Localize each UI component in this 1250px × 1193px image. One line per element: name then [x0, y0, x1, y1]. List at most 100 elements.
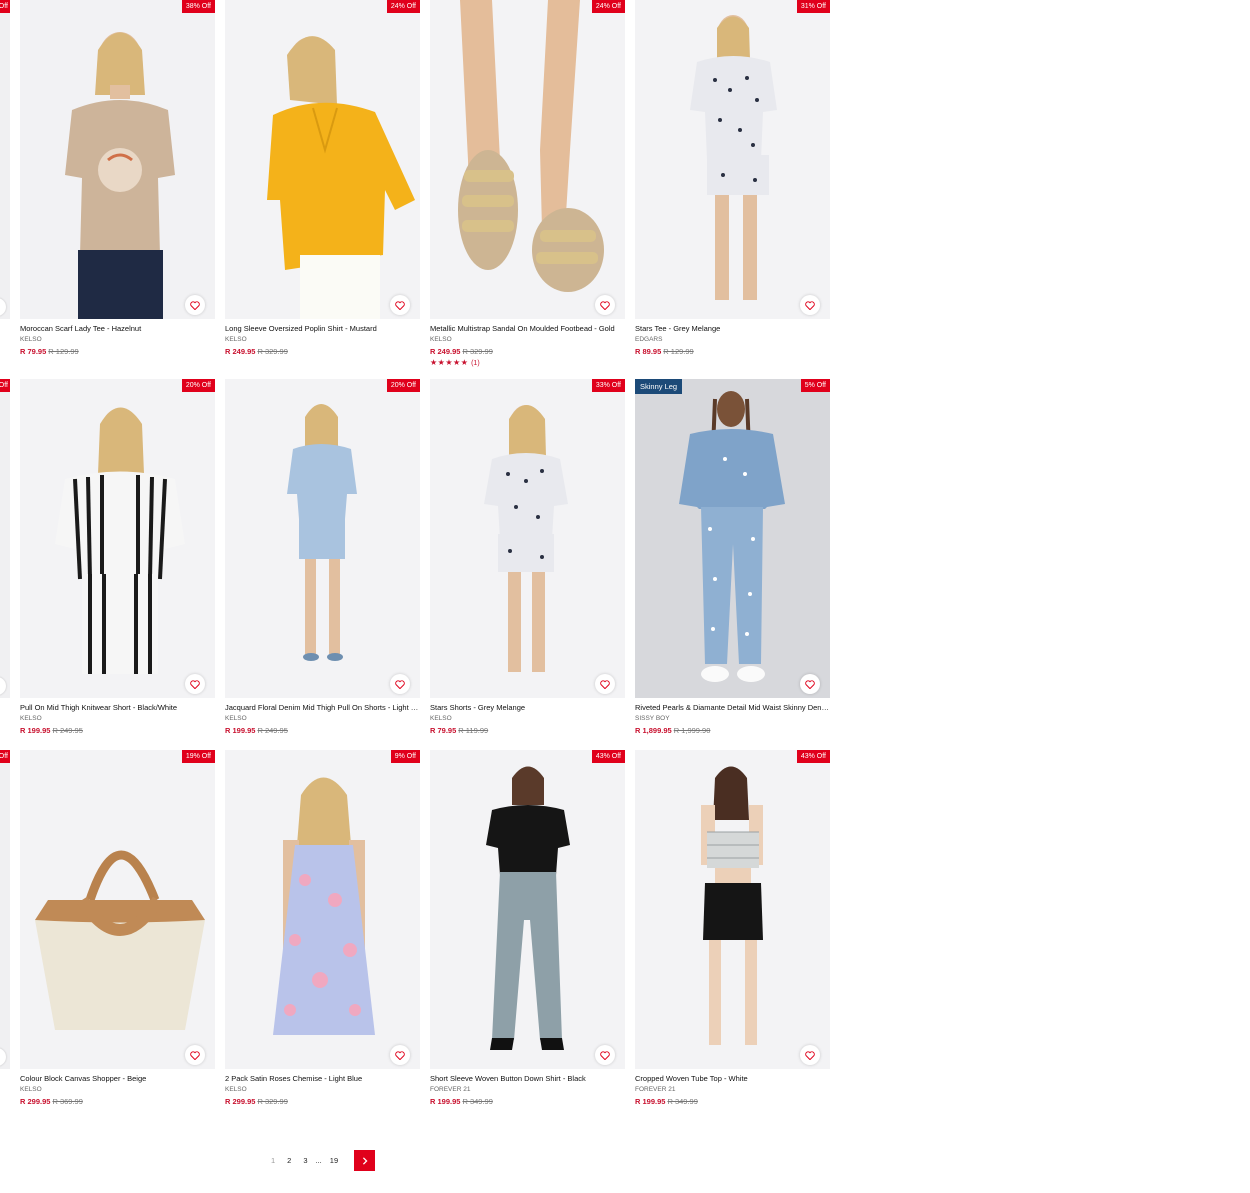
partial-product-image[interactable] — [0, 750, 10, 1069]
wishlist-heart-icon[interactable] — [185, 295, 205, 315]
star-icon: ★★★★★ — [430, 358, 469, 367]
original-price: R 249.95 — [52, 726, 83, 735]
model-in-mustard-shirt-image — [225, 0, 420, 319]
wishlist-heart-icon[interactable] — [595, 674, 615, 694]
pagination-ellipsis: ... — [315, 1156, 322, 1165]
review-count[interactable]: (1) — [471, 360, 480, 367]
product-card[interactable]: 43% Off Cropped Woven Tube Top - White F… — [635, 750, 830, 1106]
wishlist-heart-icon[interactable] — [595, 1045, 615, 1065]
discount-badge: 20% Off — [181, 379, 215, 392]
product-title[interactable]: Cropped Woven Tube Top - White — [635, 1074, 830, 1083]
product-title[interactable]: Pull On Mid Thigh Knitwear Short - Black… — [20, 703, 215, 712]
product-image[interactable]: 24% Off — [430, 0, 625, 319]
discount-badge: 33% Off — [591, 379, 625, 392]
original-price: R 129.99 — [48, 347, 79, 356]
sale-price: R 79.95 — [430, 726, 457, 735]
model-in-stars-shorts-image — [430, 379, 625, 698]
wishlist-heart-icon[interactable] — [390, 1045, 410, 1065]
product-title[interactable]: Long Sleeve Oversized Poplin Shirt - Mus… — [225, 324, 420, 333]
product-brand: FOREVER 21 — [635, 1086, 676, 1093]
product-card[interactable]: 20% Off Pull On Mid Thigh Knitwear Short… — [20, 379, 215, 735]
original-price: R 369.99 — [52, 1097, 83, 1106]
sale-price: R 199.95 — [225, 726, 256, 735]
product-title[interactable]: Riveted Pearls & Diamante Detail Mid Wai… — [635, 703, 830, 712]
product-card[interactable]: 24% Off Metallic Multistrap Sandal On Mo… — [430, 0, 625, 367]
product-image[interactable]: 43% Off — [635, 750, 830, 1069]
sale-price: R 79.95 — [20, 347, 47, 356]
product-card[interactable]: 43% Off Short Sleeve Woven Button Down S… — [430, 750, 625, 1106]
page-2-link[interactable]: 2 — [281, 1156, 297, 1165]
product-brand: KELSO — [20, 1086, 42, 1093]
product-image[interactable]: 24% Off — [225, 0, 420, 319]
product-card[interactable]: 31% Off Stars Tee - Grey Melange EDGARS … — [635, 0, 830, 356]
product-brand: KELSO — [20, 715, 42, 722]
product-brand: KELSO — [20, 336, 42, 343]
product-card[interactable]: 24% Off Long Sleeve Oversized Poplin Shi… — [225, 0, 420, 356]
chevron-right-icon — [362, 1156, 368, 1165]
original-price: R 329.99 — [257, 1097, 288, 1106]
wishlist-heart-icon[interactable] — [390, 674, 410, 694]
wishlist-heart-icon[interactable] — [390, 295, 410, 315]
product-card[interactable]: 38% Off Moroccan Scarf Lady Tee - Hazeln… — [20, 0, 215, 356]
star-rating: ★★★★★ (1) — [430, 358, 625, 367]
next-page-button[interactable] — [354, 1150, 376, 1171]
product-title[interactable]: Colour Block Canvas Shopper - Beige — [20, 1074, 215, 1083]
original-price: R 129.99 — [663, 347, 694, 356]
sale-price: R 1,899.95 — [635, 726, 672, 735]
product-title[interactable]: Short Sleeve Woven Button Down Shirt - B… — [430, 1074, 625, 1083]
sale-price: R 199.95 — [635, 1097, 666, 1106]
product-brand: KELSO — [430, 336, 452, 343]
wishlist-heart-icon[interactable] — [800, 674, 820, 694]
wishlist-heart-icon[interactable] — [185, 674, 205, 694]
page-19-link[interactable]: 19 — [324, 1156, 344, 1165]
partial-product-image[interactable] — [0, 379, 10, 698]
product-title[interactable]: 2 Pack Satin Roses Chemise - Light Blue — [225, 1074, 420, 1083]
page-3-link[interactable]: 3 — [297, 1156, 313, 1165]
wishlist-heart-icon[interactable] — [595, 295, 615, 315]
discount-badge: 19% Off — [181, 750, 215, 763]
product-brand: KELSO — [225, 336, 247, 343]
discount-badge: 20% Off — [386, 379, 420, 392]
canvas-shopper-bag-image — [20, 750, 215, 1069]
gold-sandals-on-feet-image — [430, 0, 625, 319]
discount-badge: Off — [0, 750, 10, 763]
model-in-black-shirt-image — [430, 750, 625, 1069]
product-image[interactable]: 33% Off — [430, 379, 625, 698]
product-title[interactable]: Moroccan Scarf Lady Tee - Hazelnut — [20, 324, 215, 333]
product-image[interactable]: 9% Off — [225, 750, 420, 1069]
product-title[interactable]: Jacquard Floral Denim Mid Thigh Pull On … — [225, 703, 420, 712]
model-in-knitwear-set-image — [20, 379, 215, 698]
original-price: R 329.99 — [462, 347, 493, 356]
original-price: R 119.99 — [458, 726, 489, 735]
discount-badge: 43% Off — [796, 750, 830, 763]
partial-product-image[interactable] — [0, 0, 10, 319]
product-image[interactable]: 20% Off — [225, 379, 420, 698]
discount-badge: 43% Off — [591, 750, 625, 763]
product-card[interactable]: 9% Off 2 Pack Satin Roses Chemise - Ligh… — [225, 750, 420, 1106]
product-image[interactable]: 20% Off — [20, 379, 215, 698]
wishlist-heart-icon[interactable] — [185, 1045, 205, 1065]
wishlist-heart-icon[interactable] — [800, 1045, 820, 1065]
product-image[interactable]: Skinny Leg 5% Off — [635, 379, 830, 698]
product-image[interactable]: 19% Off — [20, 750, 215, 1069]
product-brand: KELSO — [430, 715, 452, 722]
product-image[interactable]: 38% Off — [20, 0, 215, 319]
product-card[interactable]: 20% Off Jacquard Floral Denim Mid Thigh … — [225, 379, 420, 735]
product-title[interactable]: Stars Tee - Grey Melange — [635, 324, 830, 333]
model-in-pearl-denim-image — [635, 379, 830, 698]
product-card[interactable]: Skinny Leg 5% Off Riveted Pearls & Diama… — [635, 379, 830, 735]
product-card[interactable]: 19% Off Colour Block Canvas Shopper - Be… — [20, 750, 215, 1106]
original-price: R 329.99 — [257, 347, 288, 356]
original-price: R 249.95 — [257, 726, 288, 735]
discount-badge: Off — [0, 379, 10, 392]
product-brand: KELSO — [225, 715, 247, 722]
product-image[interactable]: 31% Off — [635, 0, 830, 319]
model-in-satin-chemise-image — [225, 750, 420, 1069]
wishlist-heart-icon[interactable] — [800, 295, 820, 315]
product-title[interactable]: Metallic Multistrap Sandal On Moulded Fo… — [430, 324, 625, 333]
product-image[interactable]: 43% Off — [430, 750, 625, 1069]
discount-badge: 9% Off — [390, 750, 420, 763]
product-card[interactable]: 33% Off Stars Shorts - Grey Melange KELS… — [430, 379, 625, 735]
page-1-link[interactable]: 1 — [265, 1156, 281, 1165]
product-title[interactable]: Stars Shorts - Grey Melange — [430, 703, 625, 712]
